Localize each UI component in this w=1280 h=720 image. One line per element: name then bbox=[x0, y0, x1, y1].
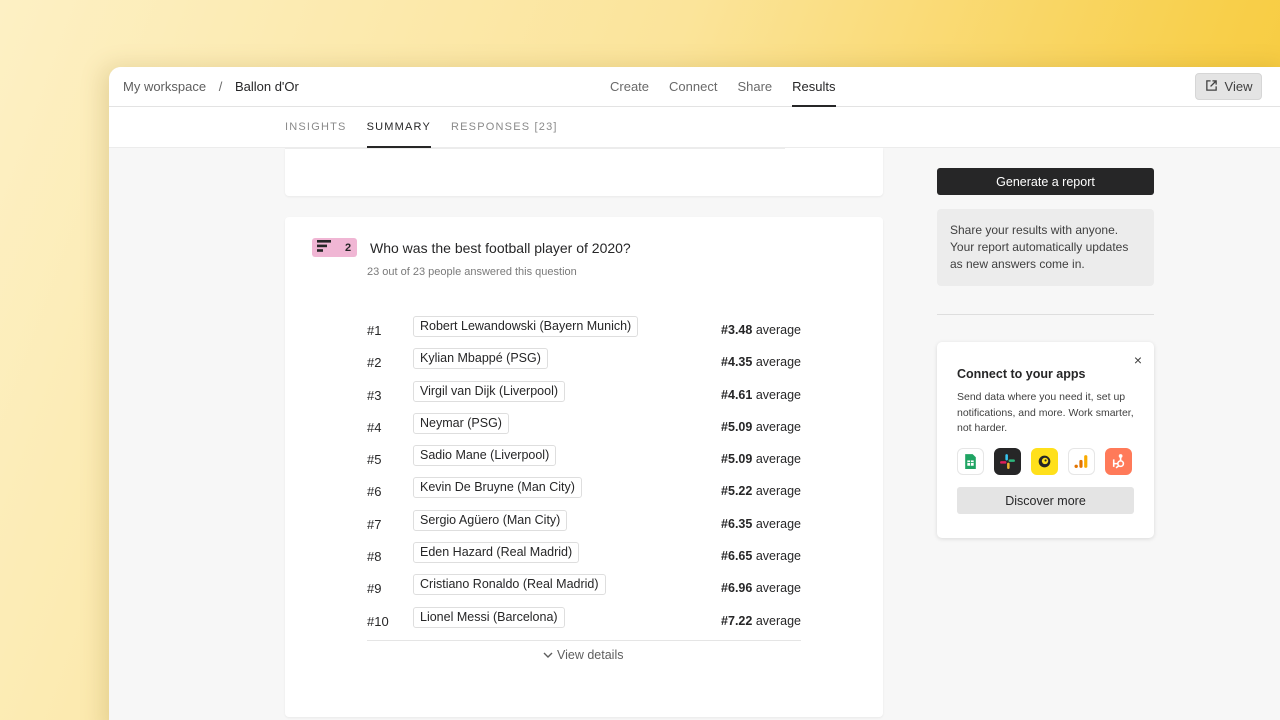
ranking-row: #2 Kylian Mbappé (PSG) #4.35 average bbox=[367, 348, 801, 380]
player-name: Robert Lewandowski (Bayern Munich) bbox=[413, 316, 639, 337]
average-value: #6.35 average bbox=[721, 516, 801, 531]
average-value: #6.96 average bbox=[721, 581, 801, 596]
rank-label: #8 bbox=[367, 549, 382, 565]
ranking-row: #7 Sergio Agüero (Man City) #6.35 averag… bbox=[367, 509, 801, 542]
nav-share[interactable]: Share bbox=[737, 67, 772, 107]
ranking-row: #8 Eden Hazard (Real Madrid) #6.65 avera… bbox=[367, 542, 801, 574]
average-value: #5.09 average bbox=[721, 452, 801, 467]
player-name: Lionel Messi (Barcelona) bbox=[413, 606, 565, 628]
player-name: Eden Hazard (Real Madrid) bbox=[413, 542, 580, 564]
ranking-icon bbox=[317, 239, 331, 257]
ranking-row: #5 Sadio Mane (Liverpool) #5.09 average bbox=[367, 445, 801, 477]
slack-icon[interactable] bbox=[994, 448, 1021, 475]
view-button-label: View bbox=[1224, 79, 1253, 94]
rank-label: #3 bbox=[367, 387, 382, 403]
ranking-row: #3 Virgil van Dijk (Liverpool) #4.61 ave… bbox=[367, 380, 801, 413]
tab-responses[interactable]: RESPONSES [23] bbox=[451, 107, 558, 148]
app-window: My workspace / Ballon d'Or Create Connec… bbox=[109, 67, 1280, 720]
player-name: Sergio Agüero (Man City) bbox=[413, 509, 568, 531]
question-badge: 2 bbox=[312, 238, 357, 257]
results-subtabs: INSIGHTS SUMMARY RESPONSES [23] bbox=[109, 107, 1280, 148]
ranking-row: #6 Kevin De Bruyne (Man City) #5.22 aver… bbox=[367, 477, 801, 509]
ranking-list: #1 Robert Lewandowski (Bayern Munich) #3… bbox=[367, 316, 801, 639]
question-number: 2 bbox=[345, 241, 352, 254]
tab-insights[interactable]: INSIGHTS bbox=[285, 107, 347, 148]
breadcrumb-separator: / bbox=[218, 79, 223, 94]
list-divider bbox=[367, 640, 801, 641]
view-button[interactable]: View bbox=[1195, 73, 1262, 100]
breadcrumb-workspace[interactable]: My workspace bbox=[123, 79, 206, 94]
top-bar: My workspace / Ballon d'Or Create Connec… bbox=[109, 67, 1280, 107]
average-value: #7.22 average bbox=[721, 613, 801, 628]
breadcrumb-form-title[interactable]: Ballon d'Or bbox=[235, 79, 299, 94]
ranking-row: #1 Robert Lewandowski (Bayern Munich) #3… bbox=[367, 316, 801, 348]
discover-more-button[interactable]: Discover more bbox=[957, 487, 1134, 514]
player-name: Kylian Mbappé (PSG) bbox=[413, 348, 548, 370]
ranking-row: #9 Cristiano Ronaldo (Real Madrid) #6.96… bbox=[367, 574, 801, 606]
average-value: #4.61 average bbox=[721, 387, 801, 402]
ranking-row: #10 Lionel Messi (Barcelona) #7.22 avera… bbox=[367, 606, 801, 639]
rank-label: #9 bbox=[367, 581, 382, 597]
google-analytics-icon[interactable] bbox=[1068, 448, 1095, 475]
rank-label: #5 bbox=[367, 452, 382, 468]
share-info-box: Share your results with anyone. Your rep… bbox=[937, 209, 1154, 286]
close-icon[interactable]: × bbox=[1134, 352, 1142, 368]
rank-label: #2 bbox=[367, 355, 382, 371]
rank-label: #7 bbox=[367, 516, 382, 532]
external-link-icon bbox=[1205, 79, 1218, 95]
ranking-row: #4 Neymar (PSG) #5.09 average bbox=[367, 412, 801, 445]
tab-summary[interactable]: SUMMARY bbox=[366, 107, 431, 148]
hubspot-icon[interactable] bbox=[1105, 448, 1132, 475]
nav-create[interactable]: Create bbox=[610, 67, 649, 107]
apps-card-title: Connect to your apps bbox=[957, 367, 1086, 381]
rank-label: #10 bbox=[367, 613, 389, 629]
card-divider bbox=[285, 148, 785, 149]
sidebar-divider bbox=[937, 314, 1154, 315]
rank-label: #4 bbox=[367, 419, 382, 435]
nav-results[interactable]: Results bbox=[792, 67, 836, 107]
view-details-label: View details bbox=[557, 648, 624, 662]
generate-report-button[interactable]: Generate a report bbox=[937, 168, 1154, 195]
previous-question-card bbox=[285, 148, 883, 196]
average-value: #5.22 average bbox=[721, 484, 801, 499]
average-value: #6.65 average bbox=[721, 549, 801, 564]
chevron-down-icon bbox=[543, 648, 553, 662]
mailchimp-icon[interactable] bbox=[1031, 448, 1058, 475]
question-title: Who was the best football player of 2020… bbox=[370, 240, 631, 256]
player-name: Kevin De Bruyne (Man City) bbox=[413, 477, 582, 499]
question-summary-card: 2 Who was the best football player of 20… bbox=[285, 217, 883, 717]
apps-card-description: Send data where you need it, set up noti… bbox=[957, 391, 1134, 434]
average-value: #3.48 average bbox=[721, 323, 801, 337]
answered-count: 23 out of 23 people answered this questi… bbox=[367, 266, 577, 278]
view-details-link[interactable]: View details bbox=[543, 648, 623, 662]
connect-apps-card: × Connect to your apps Send data where y… bbox=[937, 342, 1154, 538]
average-value: #4.35 average bbox=[721, 355, 801, 370]
rank-label: #1 bbox=[367, 323, 382, 338]
main-nav: Create Connect Share Results bbox=[610, 67, 856, 107]
breadcrumb: My workspace / Ballon d'Or bbox=[123, 79, 299, 94]
player-name: Virgil van Dijk (Liverpool) bbox=[413, 380, 566, 402]
nav-connect[interactable]: Connect bbox=[669, 67, 717, 107]
player-name: Sadio Mane (Liverpool) bbox=[413, 445, 557, 467]
average-value: #5.09 average bbox=[721, 419, 801, 434]
player-name: Cristiano Ronaldo (Real Madrid) bbox=[413, 574, 606, 596]
player-name: Neymar (PSG) bbox=[413, 412, 509, 434]
app-icons-row bbox=[957, 448, 1132, 475]
google-sheets-icon[interactable] bbox=[957, 448, 984, 475]
rank-label: #6 bbox=[367, 484, 382, 500]
